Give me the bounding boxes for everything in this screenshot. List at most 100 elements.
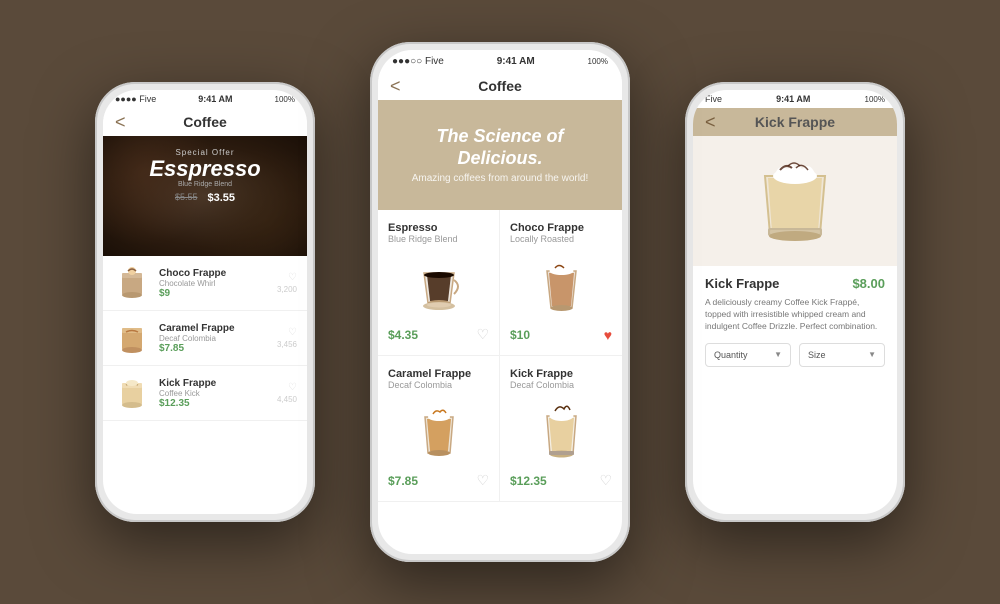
quantity-label: Quantity — [714, 350, 748, 360]
item-price-2: $7.85 — [159, 343, 269, 354]
grid-price-3: $7.85 — [388, 474, 418, 488]
item-desc-2: Decaf Colombia — [159, 334, 269, 343]
item-price-3: $12.35 — [159, 398, 269, 409]
item-name-1: Choco Frappe — [159, 268, 269, 279]
center-hero-sub: Amazing coffees from around the world! — [412, 173, 589, 184]
left-time: 9:41 AM — [198, 94, 232, 104]
right-signal: Five — [705, 94, 722, 104]
grid-price-2: $10 — [510, 328, 530, 342]
caramel-image — [388, 396, 489, 466]
right-nav-bar: < Kick Frappe — [693, 108, 897, 136]
item-name-3: Kick Frappe — [159, 378, 269, 389]
item-desc-1: Chocolate Whirl — [159, 279, 269, 288]
heart-icon-3[interactable]: ♡ — [288, 382, 297, 393]
left-item-info-3: Kick Frappe Coffee Kick $12.35 — [159, 378, 269, 409]
right-nav-title: Kick Frappe — [755, 114, 835, 130]
hero-product-sub: Blue Ridge Blend — [115, 181, 295, 188]
heart-icon-2[interactable]: ♡ — [288, 327, 297, 338]
right-battery: 100% — [865, 95, 885, 104]
right-product-info: Kick Frappe $8.00 A deliciously creamy C… — [693, 266, 897, 377]
item-price-1: $9 — [159, 288, 269, 299]
center-time: 9:41 AM — [497, 56, 535, 67]
grid-name-3: Caramel Frappe — [388, 368, 489, 380]
right-time: 9:41 AM — [776, 94, 810, 104]
hero-prices: $5.55 $3.55 — [115, 192, 295, 204]
size-label: Size — [808, 350, 826, 360]
left-screen: ●●●● Five 9:41 AM 100% < Coffee Special … — [103, 90, 307, 514]
left-item-meta-2: ♡ 3,456 — [277, 327, 297, 349]
item-name-2: Caramel Frappe — [159, 323, 269, 334]
list-item[interactable]: Choco Frappe Chocolate Whirl $9 ♡ 3,200 — [103, 256, 307, 311]
grid-item-choco[interactable]: Choco Frappe Locally Roasted — [500, 210, 622, 356]
right-product-header: Kick Frappe $8.00 — [705, 276, 885, 291]
left-item-info-2: Caramel Frappe Decaf Colombia $7.85 — [159, 323, 269, 354]
phone-center: ●●●○○ Five 9:41 AM 100% < Coffee The Sci… — [370, 42, 630, 562]
quantity-chevron-icon: ▼ — [774, 350, 782, 359]
left-thumb-3 — [113, 374, 151, 412]
choco-cup-icon — [116, 265, 148, 301]
quantity-selector[interactable]: Quantity ▼ — [705, 343, 791, 367]
kick-frappe-cup-icon — [539, 396, 584, 466]
right-product-description: A deliciously creamy Coffee Kick Frappé,… — [705, 297, 885, 333]
grid-price-4: $12.35 — [510, 474, 547, 488]
left-thumb-1 — [113, 264, 151, 302]
center-screen: ●●●○○ Five 9:41 AM 100% < Coffee The Sci… — [378, 50, 622, 554]
heart-icon-1[interactable]: ♡ — [288, 272, 297, 283]
right-product-name: Kick Frappe — [705, 276, 779, 291]
choco-image — [510, 250, 612, 321]
grid-item-espresso[interactable]: Espresso Blue Ridge Blend — [378, 210, 500, 356]
list-item[interactable]: Caramel Frappe Decaf Colombia $7.85 ♡ 3,… — [103, 311, 307, 366]
heart-empty-icon-3[interactable]: ♡ — [476, 472, 489, 489]
left-nav-title: Coffee — [183, 114, 227, 130]
center-signal: ●●●○○ Five — [392, 56, 444, 67]
hero-new-price: $3.55 — [208, 192, 236, 204]
center-back-button[interactable]: < — [390, 76, 401, 97]
left-thumb-2 — [113, 319, 151, 357]
grid-desc-4: Decaf Colombia — [510, 380, 612, 390]
kick-image — [510, 396, 612, 466]
choco-frappe-cup-icon — [539, 253, 584, 318]
size-selector[interactable]: Size ▼ — [799, 343, 885, 367]
center-nav-title: Coffee — [478, 78, 522, 94]
phone-right: Five 9:41 AM 100% < Kick Frappe — [685, 82, 905, 522]
right-selectors: Quantity ▼ Size ▼ — [705, 343, 885, 367]
list-item[interactable]: Kick Frappe Coffee Kick $12.35 ♡ 4,450 — [103, 366, 307, 421]
grid-footer-4: $12.35 ♡ — [510, 472, 612, 489]
kick-cup-small-icon — [116, 375, 148, 411]
center-battery: 100% — [588, 57, 608, 66]
left-status-bar: ●●●● Five 9:41 AM 100% — [103, 90, 307, 108]
grid-desc-3: Decaf Colombia — [388, 380, 489, 390]
grid-name-1: Espresso — [388, 222, 489, 234]
grid-desc-2: Locally Roasted — [510, 234, 612, 244]
grid-name-4: Kick Frappe — [510, 368, 612, 380]
right-back-button[interactable]: < — [705, 112, 716, 133]
left-signal: ●●●● Five — [115, 94, 156, 104]
item-desc-3: Coffee Kick — [159, 389, 269, 398]
phones-container: ●●●● Five 9:41 AM 100% < Coffee Special … — [10, 12, 990, 592]
grid-footer-3: $7.85 ♡ — [388, 472, 489, 489]
heart-empty-icon-1[interactable]: ♡ — [476, 326, 489, 343]
size-chevron-icon: ▼ — [868, 350, 876, 359]
left-item-info-1: Choco Frappe Chocolate Whirl $9 — [159, 268, 269, 299]
caramel-cup-icon — [116, 320, 148, 356]
grid-price-1: $4.35 — [388, 328, 418, 342]
grid-footer-2: $10 ♥ — [510, 327, 612, 343]
grid-footer-1: $4.35 ♡ — [388, 326, 489, 343]
left-back-button[interactable]: < — [115, 112, 126, 133]
heart-empty-icon-4[interactable]: ♡ — [599, 472, 612, 489]
left-battery: 100% — [275, 95, 295, 104]
center-grid: Espresso Blue Ridge Blend — [378, 210, 622, 502]
espresso-cup-icon — [414, 258, 464, 313]
phone-left: ●●●● Five 9:41 AM 100% < Coffee Special … — [95, 82, 315, 522]
likes-2: 3,456 — [277, 340, 297, 349]
grid-item-caramel[interactable]: Caramel Frappe Decaf Colombia — [378, 356, 500, 502]
likes-3: 4,450 — [277, 395, 297, 404]
kick-frappe-large-icon — [750, 146, 840, 256]
heart-filled-icon-2[interactable]: ♥ — [604, 327, 612, 343]
grid-name-2: Choco Frappe — [510, 222, 612, 234]
center-hero: The Science of Delicious. Amazing coffee… — [378, 100, 622, 210]
hero-old-price: $5.55 — [175, 192, 198, 204]
right-product-price: $8.00 — [852, 276, 885, 291]
center-nav-bar: < Coffee — [378, 72, 622, 100]
grid-item-kick[interactable]: Kick Frappe Decaf Colombia — [500, 356, 622, 502]
